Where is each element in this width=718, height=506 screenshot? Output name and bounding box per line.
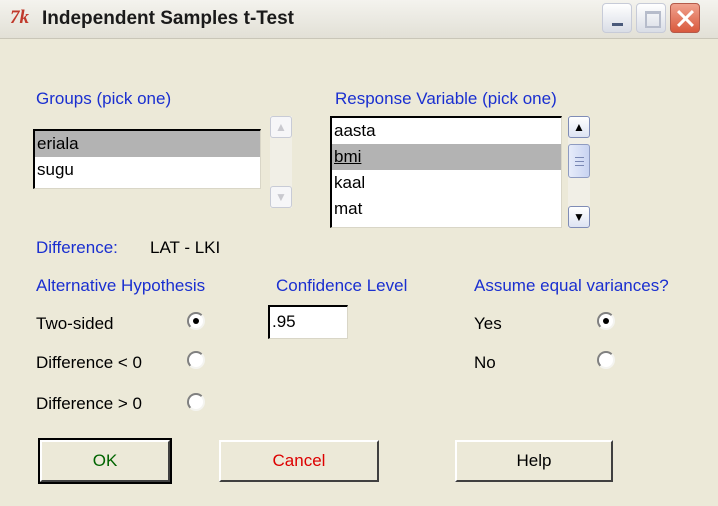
yes-label: Yes bbox=[474, 314, 502, 333]
list-item[interactable]: mat bbox=[332, 196, 561, 222]
no-radio[interactable] bbox=[597, 351, 615, 369]
ok-button[interactable]: OK bbox=[38, 438, 172, 484]
difference-label: Difference: bbox=[36, 238, 118, 257]
response-scrollbar[interactable]: ▲ ▼ bbox=[568, 116, 590, 228]
difference-less-radio[interactable] bbox=[187, 351, 205, 369]
two-sided-radio[interactable] bbox=[187, 312, 205, 330]
cancel-button-label: Cancel bbox=[272, 451, 326, 470]
groups-scrollbar[interactable]: ▲ ▼ bbox=[270, 116, 292, 208]
scroll-thumb[interactable] bbox=[568, 144, 590, 178]
title-bar[interactable]: 7k Independent Samples t-Test bbox=[0, 0, 718, 39]
no-label: No bbox=[474, 353, 496, 372]
confidence-level-label: Confidence Level bbox=[276, 276, 408, 295]
scroll-up-arrow-icon[interactable]: ▲ bbox=[270, 116, 292, 138]
equal-variances-label: Assume equal variances? bbox=[474, 276, 669, 295]
difference-value: LAT - LKI bbox=[150, 238, 221, 257]
help-button[interactable]: Help bbox=[455, 440, 613, 482]
groups-label: Groups (pick one) bbox=[36, 89, 172, 108]
difference-greater-label: Difference > 0 bbox=[36, 394, 143, 413]
radio-selected-dot-icon bbox=[193, 318, 199, 324]
radio-selected-dot-icon bbox=[603, 318, 609, 324]
response-listbox[interactable]: aasta bmi kaal mat bbox=[330, 116, 562, 228]
close-button[interactable] bbox=[670, 3, 700, 33]
maximize-button[interactable] bbox=[636, 3, 666, 33]
list-item[interactable]: eriala bbox=[35, 131, 260, 157]
difference-greater-radio[interactable] bbox=[187, 393, 205, 411]
confidence-level-input[interactable]: .95 bbox=[268, 305, 348, 339]
groups-listbox[interactable]: eriala sugu bbox=[33, 129, 261, 189]
scroll-down-arrow-icon[interactable]: ▼ bbox=[568, 206, 590, 228]
scroll-down-arrow-icon[interactable]: ▼ bbox=[270, 186, 292, 208]
list-item[interactable]: kaal bbox=[332, 170, 561, 196]
minimize-button[interactable] bbox=[602, 3, 632, 33]
scroll-up-arrow-icon[interactable]: ▲ bbox=[568, 116, 590, 138]
list-item[interactable]: aasta bbox=[332, 118, 561, 144]
list-item[interactable]: bmi bbox=[332, 144, 561, 170]
difference-less-label: Difference < 0 bbox=[36, 353, 143, 372]
cancel-button[interactable]: Cancel bbox=[219, 440, 379, 482]
two-sided-label: Two-sided bbox=[36, 314, 114, 333]
list-item[interactable]: sugu bbox=[35, 157, 260, 183]
yes-radio[interactable] bbox=[597, 312, 615, 330]
alternative-hypothesis-label: Alternative Hypothesis bbox=[36, 276, 206, 295]
help-button-label: Help bbox=[516, 451, 552, 470]
ok-button-label: OK bbox=[92, 451, 118, 470]
response-label: Response Variable (pick one) bbox=[335, 89, 557, 108]
window-title: Independent Samples t-Test bbox=[42, 8, 294, 29]
app-logo-icon: 7k bbox=[10, 7, 29, 28]
